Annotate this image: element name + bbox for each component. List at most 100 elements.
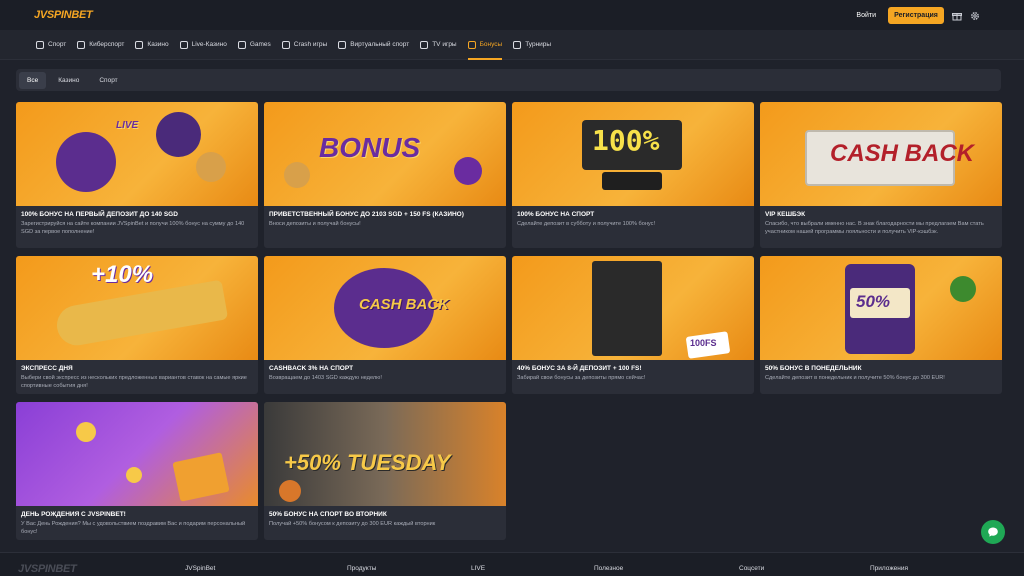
bonus-card-title: VIP КЕШБЭК bbox=[765, 211, 806, 218]
filter-casino[interactable]: Казино bbox=[50, 72, 87, 89]
bonus-card[interactable]: CASH BACK VIP КЕШБЭК Спасибо, что выбрал… bbox=[760, 102, 1002, 248]
footer-logo: JVSPINBET bbox=[18, 563, 77, 575]
nav-label: Спорт bbox=[48, 41, 67, 48]
nav-live-casino[interactable]: Live-Казино bbox=[179, 30, 227, 60]
card-art-text: +10% bbox=[91, 261, 154, 288]
header-actions: Войти Регистрация bbox=[856, 7, 980, 24]
card-art-text: 100FS bbox=[690, 338, 717, 348]
cards-icon bbox=[135, 40, 144, 49]
bonus-card-desc: Возвращаем до 1403 SGD каждую неделю! bbox=[269, 375, 382, 381]
login-button[interactable]: Войти bbox=[856, 12, 876, 19]
nav-label: Games bbox=[249, 41, 271, 48]
bonus-card-desc: Вноси депозиты и получай бонусы! bbox=[269, 221, 361, 227]
bonus-card-image: CASH BACK bbox=[264, 256, 506, 360]
rocket-icon bbox=[281, 40, 290, 49]
bonus-card[interactable]: 50% 50% БОНУС В ПОНЕДЕЛЬНИК Сделайте деп… bbox=[760, 256, 1002, 394]
bonus-card-image: 100FS bbox=[512, 256, 754, 360]
bonus-card-image: CASH BACK bbox=[760, 102, 1002, 206]
bonus-card-title: ДЕНЬ РОЖДЕНИЯ С JVSPINBET! bbox=[21, 511, 126, 518]
footer-col-title[interactable]: Соцсети bbox=[739, 565, 764, 572]
nav-label: Live-Казино bbox=[191, 41, 227, 48]
dice-icon bbox=[237, 40, 246, 49]
logo[interactable]: JVSPINBET bbox=[34, 9, 93, 21]
bonus-card[interactable]: 100FS 40% БОНУС ЗА 8-Й ДЕПОЗИТ + 100 FS!… bbox=[512, 256, 754, 394]
bonus-filter: Все Казино Спорт bbox=[16, 69, 1001, 91]
nav-crash[interactable]: Crash игры bbox=[281, 30, 327, 60]
bonus-card-title: 100% БОНУС НА СПОРТ bbox=[517, 211, 595, 218]
gamepad-icon bbox=[77, 40, 86, 49]
bonus-card-desc: Выбери свой экспресс из нескольких предл… bbox=[21, 375, 247, 389]
bonus-card-title: CASHBACK 3% НА СПОРТ bbox=[269, 365, 354, 372]
bonus-card-desc: У Вас День Рождения? Мы с удовольствием … bbox=[21, 521, 246, 535]
bonus-card-desc: Получай +50% бонусом к депозиту до 300 E… bbox=[269, 521, 436, 527]
nav-tournaments[interactable]: Турниры bbox=[513, 30, 551, 60]
bonus-card-image: +50% TUESDAY bbox=[264, 402, 506, 506]
bonus-card-desc: Спасибо, что выбрали именно нас. В знак … bbox=[765, 221, 984, 235]
footer-col-title[interactable]: Приложения bbox=[870, 565, 908, 572]
top-bar: JVSPINBET Войти Регистрация bbox=[0, 0, 1024, 30]
nav-label: Турниры bbox=[525, 41, 552, 48]
bonus-card[interactable]: BONUS ПРИВЕТСТВЕННЫЙ БОНУС ДО 2103 SGD +… bbox=[264, 102, 506, 248]
card-art-text: CASH BACK bbox=[830, 140, 974, 167]
bonus-card-image: BONUS bbox=[264, 102, 506, 206]
nav-label: TV игры bbox=[432, 41, 457, 48]
footer-col-title[interactable]: LIVE bbox=[471, 565, 485, 572]
bonus-card-image: +10% bbox=[16, 256, 258, 360]
bonus-card[interactable]: CASH BACK CASHBACK 3% НА СПОРТ Возвращае… bbox=[264, 256, 506, 394]
live-icon bbox=[179, 40, 188, 49]
bonus-card-image bbox=[16, 402, 258, 506]
card-art-text: 50% bbox=[856, 292, 891, 311]
footer-col-title[interactable]: JVSpinBet bbox=[185, 565, 215, 572]
nav-label: Киберспорт bbox=[89, 41, 125, 48]
footer: JVSPINBET JVSpinBet Продукты LIVE Полезн… bbox=[0, 552, 1024, 576]
card-art-text: +50% TUESDAY bbox=[284, 450, 451, 475]
bonus-card-desc: Сделайте депозит в субботу и получите 10… bbox=[517, 221, 656, 227]
bonus-card-title: 40% БОНУС ЗА 8-Й ДЕПОЗИТ + 100 FS! bbox=[517, 365, 642, 372]
chat-button[interactable] bbox=[981, 520, 1005, 544]
gift-icon[interactable] bbox=[952, 11, 962, 21]
tv-icon bbox=[420, 40, 429, 49]
nav-label: Казино bbox=[147, 41, 169, 48]
nav-esport[interactable]: Киберспорт bbox=[77, 30, 124, 60]
bonus-card-title: ЭКСПРЕСС ДНЯ bbox=[21, 365, 73, 372]
soccer-ball-icon bbox=[36, 40, 44, 49]
nav-label: Бонусы bbox=[479, 41, 503, 48]
bonus-card[interactable]: 100% 100% БОНУС НА СПОРТ Сделайте депози… bbox=[512, 102, 754, 248]
bonus-card-title: 50% БОНУС В ПОНЕДЕЛЬНИК bbox=[765, 365, 862, 372]
bonus-card-image: 50% bbox=[760, 256, 1002, 360]
bonus-card-title: 50% БОНУС НА СПОРТ ВО ВТОРНИК bbox=[269, 511, 387, 518]
bonus-card-image: 100% bbox=[512, 102, 754, 206]
bonus-card[interactable]: ДЕНЬ РОЖДЕНИЯ С JVSPINBET! У Вас День Ро… bbox=[16, 402, 258, 540]
register-button[interactable]: Регистрация bbox=[888, 7, 944, 24]
nav-bonuses[interactable]: Бонусы bbox=[467, 30, 503, 60]
bonus-card-title: 100% БОНУС НА ПЕРВЫЙ ДЕПОЗИТ ДО 140 SGD bbox=[21, 211, 178, 218]
footer-col-title[interactable]: Продукты bbox=[347, 565, 376, 572]
card-art-text: 100% bbox=[592, 124, 660, 157]
bonus-card-title: ПРИВЕТСТВЕННЫЙ БОНУС ДО 2103 SGD + 150 F… bbox=[269, 211, 464, 218]
nav-games[interactable]: Games bbox=[237, 30, 271, 60]
bonus-icon bbox=[467, 40, 476, 49]
main-nav: Спорт Киберспорт Казино Live-Казино Game… bbox=[0, 30, 1024, 60]
filter-sport[interactable]: Спорт bbox=[91, 72, 125, 89]
bonus-card-desc: Сделайте депозит в понедельник и получит… bbox=[765, 375, 945, 381]
vr-icon bbox=[338, 40, 347, 49]
filter-all[interactable]: Все bbox=[19, 71, 47, 89]
bonus-card-desc: Забирай свои бонусы за депозиты прямо се… bbox=[517, 375, 646, 381]
trophy-icon bbox=[513, 40, 522, 49]
nav-tv-games[interactable]: TV игры bbox=[420, 30, 457, 60]
footer-col-title[interactable]: Полезное bbox=[594, 565, 623, 572]
card-art-text: CASH BACK bbox=[359, 296, 449, 313]
nav-sport[interactable]: Спорт bbox=[36, 30, 66, 60]
nav-virtual-sport[interactable]: Виртуальный спорт bbox=[338, 30, 409, 60]
card-art-text: LIVE bbox=[116, 120, 139, 131]
bonus-card[interactable]: +50% TUESDAY 50% БОНУС НА СПОРТ ВО ВТОРН… bbox=[264, 402, 506, 540]
nav-casino[interactable]: Казино bbox=[135, 30, 169, 60]
gear-icon[interactable] bbox=[970, 11, 980, 21]
nav-label: Виртуальный спорт bbox=[350, 41, 410, 48]
bonus-card[interactable]: LIVE 100% БОНУС НА ПЕРВЫЙ ДЕПОЗИТ ДО 140… bbox=[16, 102, 258, 248]
bonus-card-image: LIVE bbox=[16, 102, 258, 206]
card-art-text: BONUS bbox=[319, 132, 421, 163]
bonus-card[interactable]: +10% ЭКСПРЕСС ДНЯ Выбери свой экспресс и… bbox=[16, 256, 258, 394]
bonus-card-desc: Зарегистрируйся на сайте компании JVSpin… bbox=[21, 221, 245, 235]
chat-icon bbox=[988, 527, 998, 537]
